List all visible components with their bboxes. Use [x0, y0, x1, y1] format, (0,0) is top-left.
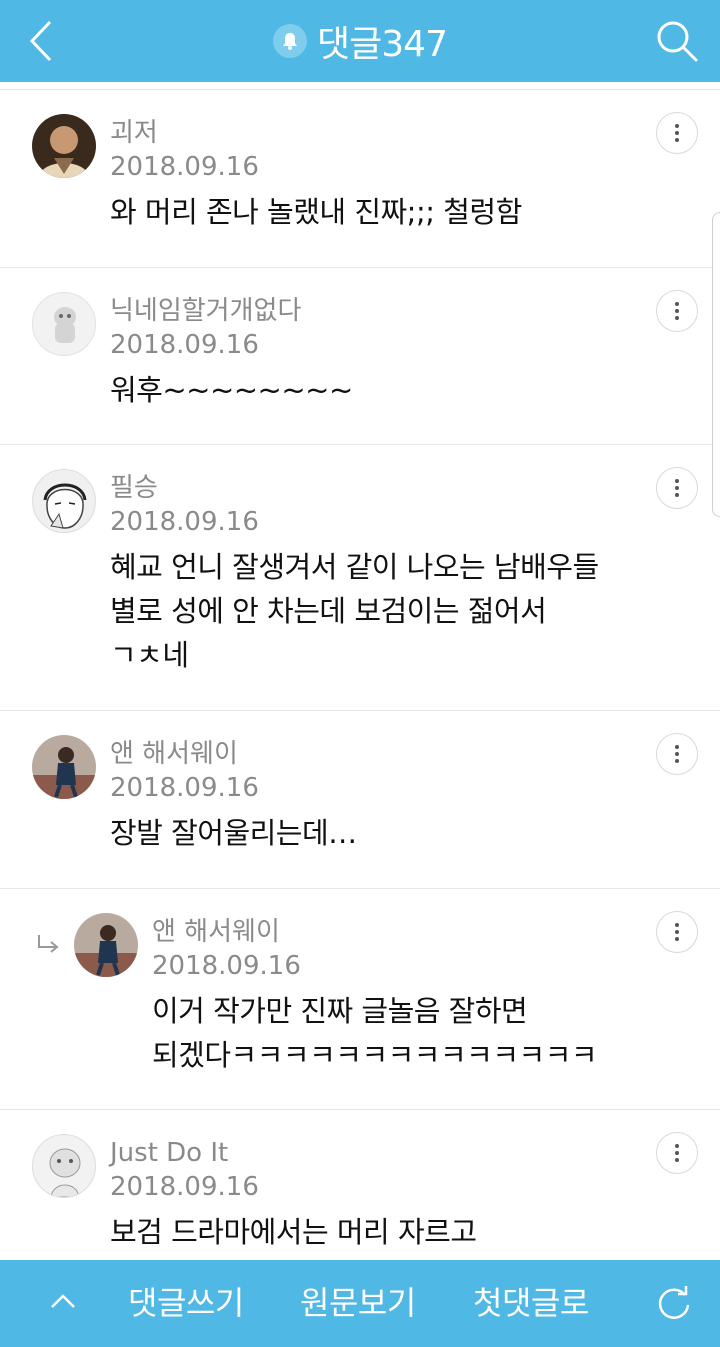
- comment-line: 워후~~~~~~~~: [110, 373, 353, 407]
- first-comment-button[interactable]: 첫댓글로: [473, 1260, 589, 1347]
- more-options-icon[interactable]: [656, 112, 698, 154]
- more-options-icon[interactable]: [656, 1132, 698, 1174]
- comment-item: 앤 해서웨이 2018.09.16 장발 잘어울리는데…: [0, 711, 720, 889]
- avatar[interactable]: [32, 1134, 96, 1198]
- comment-body: Just Do It 2018.09.16 보검 드라마에서는 머리 자르고: [110, 1136, 477, 1254]
- top-bar: 댓글347: [0, 0, 720, 82]
- comment-line: 장발 잘어울리는데…: [110, 816, 357, 850]
- search-icon[interactable]: [654, 18, 700, 64]
- comment-line: 혜교 언니 잘생겨서 같이 나오는 남배우들: [110, 550, 599, 584]
- avatar[interactable]: [32, 114, 96, 178]
- comment-line: 되겠다ㅋㅋㅋㅋㅋㅋㅋㅋㅋㅋㅋㅋㅋㅋ: [152, 1038, 598, 1072]
- comment-body: 닉네임할거개없다 2018.09.16 워후~~~~~~~~: [110, 294, 353, 412]
- more-options-icon[interactable]: [656, 290, 698, 332]
- comment-text: 장발 잘어울리는데…: [110, 811, 357, 855]
- more-options-icon[interactable]: [656, 911, 698, 953]
- comment-line: ㄱㅊ네: [110, 638, 189, 672]
- page-title: 댓글347: [317, 24, 448, 65]
- comment-list[interactable]: 괴저 2018.09.16 와 머리 존나 놀랬내 진짜;;; 철렁함 닉네임할…: [0, 82, 720, 1260]
- comment-date: 2018.09.16: [110, 330, 259, 360]
- comment-nickname[interactable]: 앤 해서웨이: [152, 915, 597, 949]
- comment-body: 필승 2018.09.16 혜교 언니 잘생겨서 같이 나오는 남배우들 별로 …: [110, 471, 599, 677]
- avatar[interactable]: [74, 913, 138, 977]
- comment-item: Just Do It 2018.09.16 보검 드라마에서는 머리 자르고: [0, 1110, 720, 1260]
- comment-nickname[interactable]: 괴저: [110, 116, 522, 150]
- comment-text: 와 머리 존나 놀랬내 진짜;;; 철렁함: [110, 190, 522, 234]
- comment-item: 닉네임할거개없다 2018.09.16 워후~~~~~~~~: [0, 268, 720, 445]
- comment-body: 앤 해서웨이 2018.09.16 장발 잘어울리는데…: [110, 737, 357, 855]
- avatar[interactable]: [32, 735, 96, 799]
- comment-date: 2018.09.16: [110, 1172, 259, 1202]
- bell-icon[interactable]: [273, 24, 308, 58]
- comment-item: 필승 2018.09.16 혜교 언니 잘생겨서 같이 나오는 남배우들 별로 …: [0, 445, 720, 711]
- comment-text: 워후~~~~~~~~: [110, 368, 353, 412]
- comment-nickname[interactable]: 앤 해서웨이: [110, 737, 357, 771]
- comment-text: 보검 드라마에서는 머리 자르고: [110, 1210, 477, 1254]
- more-options-icon[interactable]: [656, 467, 698, 509]
- comment-line: 보검 드라마에서는 머리 자르고: [110, 1215, 477, 1249]
- chevron-up-icon[interactable]: [48, 1290, 78, 1314]
- comment-line: 이거 작가만 진짜 글놀음 잘하면: [152, 994, 528, 1028]
- avatar[interactable]: [32, 469, 96, 533]
- comment-body: 앤 해서웨이 2018.09.16 이거 작가만 진짜 글놀음 잘하면 되겠다ㅋ…: [152, 915, 598, 1077]
- comment-text: 혜교 언니 잘생겨서 같이 나오는 남배우들 별로 성에 안 차는데 보검이는 …: [110, 545, 599, 677]
- comment-text: 이거 작가만 진짜 글놀음 잘하면 되겠다ㅋㅋㅋㅋㅋㅋㅋㅋㅋㅋㅋㅋㅋㅋ: [152, 989, 598, 1077]
- comment-item: 괴저 2018.09.16 와 머리 존나 놀랬내 진짜;;; 철렁함: [0, 90, 720, 268]
- comment-body: 괴저 2018.09.16 와 머리 존나 놀랬내 진짜;;; 철렁함: [110, 116, 522, 234]
- title-wrap: 댓글347: [0, 0, 720, 82]
- write-comment-button[interactable]: 댓글쓰기: [128, 1260, 244, 1347]
- more-options-icon[interactable]: [656, 733, 698, 775]
- bottom-bar: 댓글쓰기 원문보기 첫댓글로: [0, 1260, 720, 1347]
- comment-date: 2018.09.16: [152, 951, 301, 981]
- divider: [0, 82, 720, 90]
- comment-nickname[interactable]: 필승: [110, 471, 599, 505]
- reply-arrow-icon: [38, 935, 59, 953]
- avatar[interactable]: [32, 292, 96, 356]
- refresh-icon[interactable]: [654, 1284, 694, 1324]
- comment-line: 별로 성에 안 차는데 보검이는 젊어서: [110, 594, 547, 628]
- scrollbar[interactable]: [712, 212, 720, 517]
- comment-line: 와 머리 존나 놀랬내 진짜;;; 철렁함: [110, 195, 522, 229]
- comment-date: 2018.09.16: [110, 773, 259, 803]
- comment-date: 2018.09.16: [110, 152, 259, 182]
- comment-nickname[interactable]: 닉네임할거개없다: [110, 294, 353, 328]
- comment-reply-item: 앤 해서웨이 2018.09.16 이거 작가만 진짜 글놀음 잘하면 되겠다ㅋ…: [0, 889, 720, 1110]
- comment-nickname[interactable]: Just Do It: [110, 1136, 477, 1170]
- view-original-button[interactable]: 원문보기: [300, 1260, 416, 1347]
- comment-date: 2018.09.16: [110, 507, 259, 537]
